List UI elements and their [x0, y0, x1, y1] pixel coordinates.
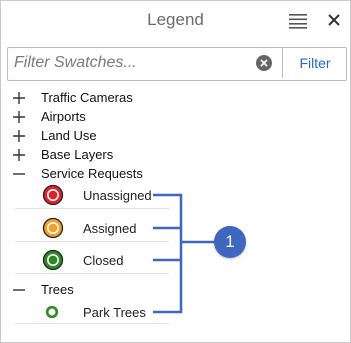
group-label: Land Use	[41, 128, 97, 143]
expand-plus-icon[interactable]	[11, 90, 27, 106]
legend-panel: Legend Filter Traffic Cameras Airports	[0, 0, 351, 343]
item-label: Closed	[83, 252, 124, 268]
divider	[15, 241, 169, 242]
legend-group-base-layers[interactable]: Base Layers	[11, 146, 113, 164]
group-label: Traffic Cameras	[41, 90, 133, 105]
item-label: Unassigned	[83, 187, 152, 203]
green-ring-swatch-icon	[45, 305, 59, 319]
green-circle-swatch-icon	[42, 249, 64, 271]
legend-item-unassigned: Unassigned	[42, 184, 152, 206]
clear-circle-icon[interactable]	[256, 55, 272, 71]
legend-item-closed: Closed	[42, 249, 123, 271]
divider	[15, 273, 169, 274]
legend-group-traffic-cameras[interactable]: Traffic Cameras	[11, 89, 133, 107]
group-label: Airports	[41, 109, 86, 124]
red-circle-swatch-icon	[42, 184, 64, 206]
legend-group-service-requests[interactable]: Service Requests	[11, 165, 143, 183]
group-label: Base Layers	[41, 147, 114, 162]
expand-plus-icon[interactable]	[11, 128, 27, 144]
expand-plus-icon[interactable]	[11, 147, 27, 163]
collapse-minus-icon[interactable]	[11, 282, 27, 298]
collapse-minus-icon[interactable]	[11, 166, 27, 182]
expand-plus-icon[interactable]	[11, 109, 27, 125]
divider	[15, 208, 169, 209]
filter-swatches-input[interactable]	[8, 48, 278, 78]
callout-number-badge: 1	[214, 226, 246, 258]
filter-button[interactable]: Filter	[282, 48, 347, 78]
legend-header: Legend	[1, 1, 350, 41]
legend-group-land-use[interactable]: Land Use	[11, 127, 97, 145]
filter-bar: Filter	[7, 47, 347, 81]
legend-item-assigned: Assigned	[42, 217, 136, 239]
legend-item-park-trees: Park Trees	[42, 301, 146, 323]
orange-circle-swatch-icon	[42, 217, 64, 239]
close-icon[interactable]	[326, 12, 342, 28]
hamburger-menu-icon[interactable]	[289, 13, 307, 29]
divider	[15, 323, 169, 324]
group-label: Service Requests	[41, 166, 143, 181]
legend-group-airports[interactable]: Airports	[11, 108, 86, 126]
item-label: Park Trees	[83, 304, 146, 320]
legend-group-trees[interactable]: Trees	[11, 281, 74, 299]
group-label: Trees	[41, 282, 74, 297]
item-label: Assigned	[83, 220, 137, 236]
